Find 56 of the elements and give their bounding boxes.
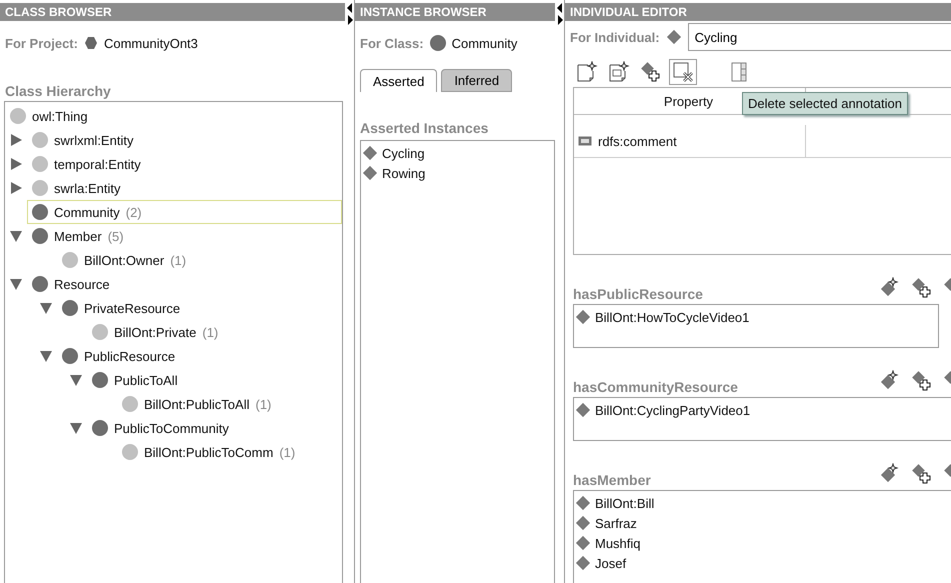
expanded-triangle-icon[interactable] — [70, 422, 82, 434]
collapse-arrows-icon[interactable] — [346, 3, 354, 25]
expanded-triangle-icon[interactable] — [70, 374, 82, 386]
tree-item[interactable]: BillOnt:Owner (1) — [57, 248, 192, 272]
tree-item[interactable]: Resource — [27, 272, 115, 296]
panel-header: INSTANCE BROWSER — [355, 3, 555, 21]
tree-item[interactable]: PrivateResource — [57, 296, 186, 320]
value-item[interactable]: BillOnt:CyclingPartyVideo1 — [574, 400, 951, 420]
section-title: Asserted Instances — [359, 120, 490, 136]
value-item[interactable]: Josef — [574, 553, 951, 573]
property-title: hasCommunityResource — [573, 379, 738, 395]
expanded-triangle-icon[interactable] — [10, 230, 22, 242]
tree-item[interactable]: PublicToCommunity — [87, 416, 234, 440]
class-name: Community — [452, 36, 518, 50]
tooltip: Delete selected annotation — [742, 92, 908, 115]
delete-icon[interactable] — [669, 59, 697, 85]
tree-item[interactable]: PublicResource — [57, 344, 180, 368]
tree-item[interactable]: Member (5) — [27, 224, 129, 248]
tree-item[interactable]: owl:Thing — [5, 104, 93, 128]
expanded-triangle-icon[interactable] — [40, 302, 52, 314]
tab[interactable]: Inferred — [441, 69, 512, 92]
expanded-triangle-icon[interactable] — [40, 350, 52, 362]
instance-item[interactable]: Rowing — [361, 163, 554, 183]
individual-label: For Individual: — [570, 30, 660, 44]
project-label: For Project: — [5, 36, 78, 50]
tree-item[interactable]: PublicToAll — [87, 368, 183, 392]
tree-item[interactable]: BillOnt:Private (1) — [87, 320, 224, 344]
instance-item[interactable]: Cycling — [361, 143, 554, 163]
tree-item[interactable]: BillOnt:PublicToAll (1) — [117, 392, 276, 416]
expanded-triangle-icon[interactable] — [10, 278, 22, 290]
property-title: hasMember — [573, 472, 651, 488]
panel-header: INDIVIDUAL EDITOR — [565, 3, 951, 21]
class-label: For Class: — [360, 36, 424, 50]
value-item[interactable]: Mushfiq — [574, 533, 951, 553]
collapsed-triangle-icon[interactable] — [10, 182, 22, 194]
collapsed-triangle-icon[interactable] — [10, 134, 22, 146]
value-item[interactable]: Sarfraz — [574, 513, 951, 533]
tree-item[interactable]: BillOnt:PublicToComm (1) — [117, 440, 300, 464]
panel-header: CLASS BROWSER — [0, 3, 345, 21]
annotation-icon — [578, 136, 592, 146]
value-item[interactable]: BillOnt:Bill — [574, 493, 951, 513]
tree-item[interactable]: temporal:Entity — [27, 152, 146, 176]
collapsed-triangle-icon[interactable] — [10, 158, 22, 170]
collapse-arrows-icon[interactable] — [556, 3, 564, 25]
project-name: CommunityOnt3 — [104, 36, 198, 50]
individual-field[interactable]: Cycling — [688, 23, 951, 51]
tree-item[interactable]: Community (2) — [27, 200, 342, 224]
tree-item[interactable]: swrla:Entity — [27, 176, 126, 200]
ontology-icon — [84, 36, 98, 50]
class-icon — [430, 35, 446, 51]
property-title: hasPublicResource — [573, 286, 703, 302]
tab[interactable]: Asserted — [360, 69, 438, 92]
table-cell[interactable]: rdfs:comment — [574, 125, 806, 157]
tree-item[interactable]: swrlxml:Entity — [27, 128, 138, 152]
section-title: Class Hierarchy — [4, 83, 112, 99]
value-item[interactable]: BillOnt:HowToCycleVideo1 — [574, 307, 938, 327]
